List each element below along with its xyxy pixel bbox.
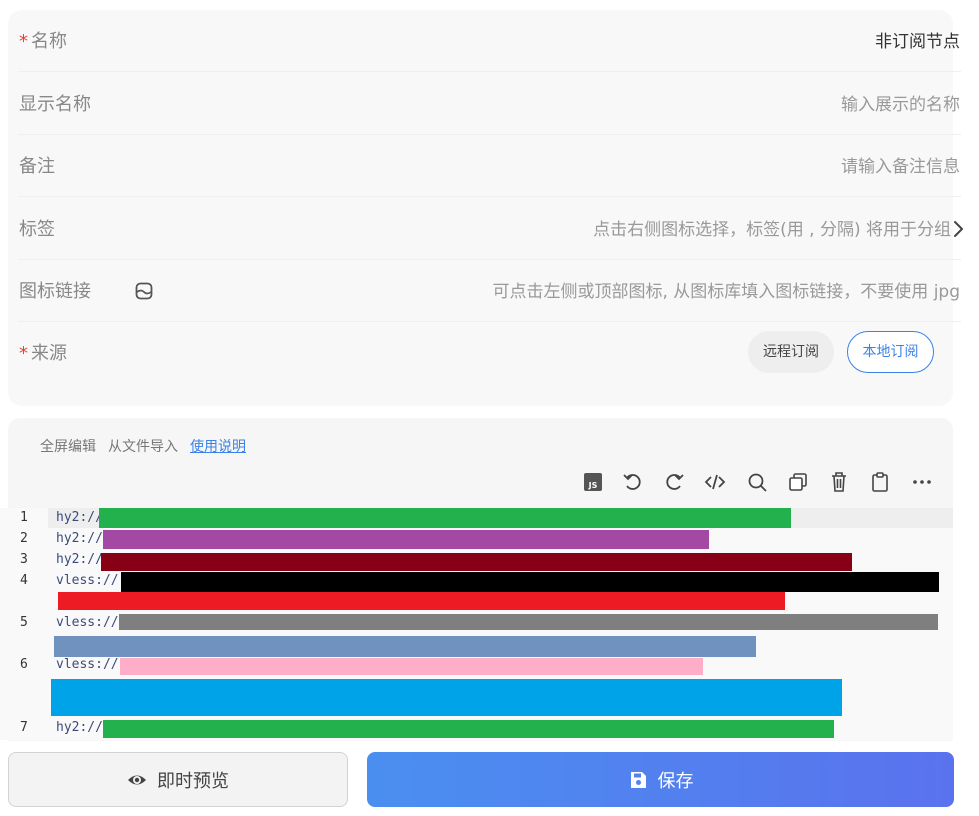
required-mark: * [19, 343, 28, 364]
redacted-block [54, 636, 756, 657]
display-name-row: 显示名称 输入展示的名称 [18, 73, 961, 135]
code-line: hy2:// [56, 531, 103, 546]
preview-button[interactable]: 即时预览 [8, 752, 348, 807]
clipboard-icon[interactable] [869, 470, 891, 494]
line-number: 7 [20, 720, 28, 735]
line-number: 6 [20, 657, 28, 672]
display-name-input[interactable]: 输入展示的名称 [841, 93, 960, 117]
save-button[interactable]: 保存 [367, 752, 954, 807]
code-line: hy2:// [56, 510, 103, 525]
redacted-block [101, 553, 852, 571]
floppy-disk-icon [630, 771, 646, 788]
redacted-block [99, 508, 791, 528]
code-editor[interactable]: 1 hy2:// 2 hy2:// 3 hy2:// 4 vless:// 5 … [0, 508, 953, 740]
redacted-block [120, 658, 703, 675]
redacted-block [103, 530, 709, 549]
line-number: 4 [20, 573, 28, 588]
code-line: vless:// [56, 657, 119, 672]
editor-links: 全屏编辑 从文件导入 使用说明 [40, 437, 258, 457]
line-number: 1 [20, 510, 28, 525]
remark-label: 备注 [19, 156, 55, 177]
tags-row: 标签 点击右侧图标选择，标签(用 , 分隔) 将用于分组 [18, 198, 964, 260]
copy-icon[interactable] [787, 470, 809, 494]
svg-text:JS: JS [588, 481, 598, 490]
display-name-label: 显示名称 [19, 94, 91, 115]
code-icon[interactable] [704, 470, 726, 494]
image-icon[interactable] [134, 281, 154, 301]
preview-label: 即时预览 [157, 770, 229, 792]
icon-link-label: 图标链接 [19, 281, 91, 302]
icon-link-input[interactable]: 可点击左侧或顶部图标, 从图标库填入图标链接，不要使用 jpg [492, 280, 960, 304]
name-label: * 名称 [19, 31, 67, 52]
redacted-block [103, 720, 834, 738]
icon-link-row: 图标链接 可点击左侧或顶部图标, 从图标库填入图标链接，不要使用 jpg [18, 260, 961, 322]
line-number: 3 [20, 552, 28, 567]
js-icon[interactable]: JS [582, 470, 604, 494]
tags-label: 标签 [19, 219, 55, 240]
name-field[interactable]: 非订阅节点 [875, 30, 960, 54]
redacted-block [121, 572, 939, 592]
source-label: * 来源 [19, 343, 67, 364]
source-local-option[interactable]: 本地订阅 [847, 331, 934, 373]
fullscreen-edit-link[interactable]: 全屏编辑 [40, 439, 96, 455]
line-number: 5 [20, 615, 28, 630]
line-number: 2 [20, 531, 28, 546]
import-file-link[interactable]: 从文件导入 [108, 439, 178, 455]
remark-input[interactable]: 请输入备注信息 [841, 155, 960, 179]
redo-icon[interactable] [663, 470, 685, 494]
eye-icon [128, 775, 146, 784]
name-row: * 名称 非订阅节点 [18, 10, 961, 72]
code-line: vless:// [56, 573, 119, 588]
required-mark: * [19, 31, 28, 52]
code-line: hy2:// [56, 552, 103, 567]
more-icon[interactable] [911, 470, 933, 494]
code-line: hy2:// [56, 720, 103, 735]
undo-icon[interactable] [622, 470, 644, 494]
redacted-block [51, 679, 842, 716]
source-remote-option[interactable]: 远程订阅 [748, 331, 834, 373]
code-line: vless:// [56, 615, 119, 630]
tags-input[interactable]: 点击右侧图标选择，标签(用 , 分隔) 将用于分组 [593, 218, 951, 242]
redacted-block [58, 592, 785, 610]
remark-row: 备注 请输入备注信息 [18, 135, 961, 197]
search-icon[interactable] [746, 470, 768, 494]
trash-icon[interactable] [828, 470, 850, 494]
save-label: 保存 [657, 770, 694, 792]
help-link[interactable]: 使用说明 [190, 439, 246, 455]
redacted-block [119, 614, 938, 630]
chevron-right-icon[interactable] [952, 220, 964, 238]
